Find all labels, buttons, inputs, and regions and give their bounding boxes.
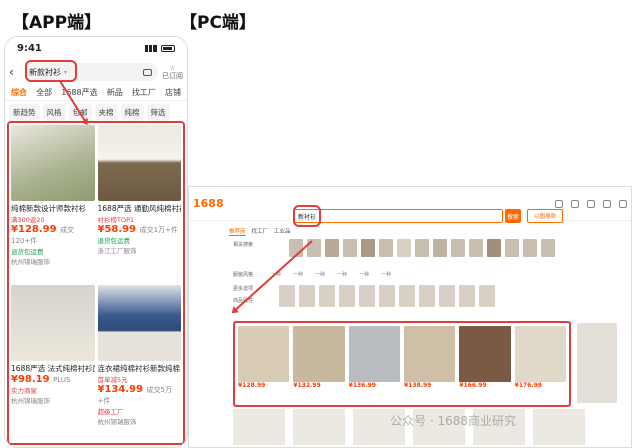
header-icon[interactable] xyxy=(603,199,611,208)
tab-3[interactable]: 新品 xyxy=(107,87,123,98)
tab-5[interactable]: 店铺 xyxy=(165,87,181,98)
filter-4[interactable]: 纯棉 xyxy=(120,104,144,121)
search-highlight-box xyxy=(25,60,77,82)
header-icon[interactable] xyxy=(555,199,563,208)
pc-search-button[interactable]: 搜索 xyxy=(505,209,521,223)
pc-product-card[interactable]: ¥166.99 xyxy=(459,326,511,402)
product-promo: 首单减5元 xyxy=(97,375,128,384)
pc-product-card[interactable]: ¥138.99 xyxy=(403,326,456,402)
pc-product-card[interactable]: ¥128.99 xyxy=(238,326,290,402)
product-guarantee: 超级工厂 xyxy=(97,407,124,416)
product-price: 98.19 xyxy=(17,373,50,385)
product-title: 1688严选 通勤风纯棉衬衫新款 xyxy=(97,204,182,213)
related-thumbs xyxy=(289,239,555,257)
pc-product-card[interactable]: ¥132.99 xyxy=(293,326,345,402)
camera-icon[interactable] xyxy=(143,68,152,76)
status-time: 9:41 xyxy=(17,42,42,54)
signal-icon xyxy=(145,44,157,52)
tab-1[interactable]: 全部 xyxy=(36,87,52,98)
back-arrow-icon[interactable]: ‹ xyxy=(9,65,19,79)
tab-0[interactable]: 综合 xyxy=(11,87,27,98)
product-title: 连衣裙纯棉衬衫新款纯棉 xyxy=(97,363,181,373)
app-heading: 【APP端】 xyxy=(12,13,102,33)
header-icon[interactable] xyxy=(571,199,579,208)
filter-label: 相关搜索 xyxy=(233,242,254,248)
site-logo[interactable]: 1688 xyxy=(193,197,224,210)
product-promo: 满300返20 xyxy=(11,216,45,224)
header-icon[interactable] xyxy=(619,199,627,208)
product-promo: 衬衫榜TOP1 xyxy=(97,216,135,224)
product-shop: 浙江工厂服饰 xyxy=(97,247,137,255)
watermark: 公众号 · 1688商业研究 xyxy=(390,414,516,428)
filter-3[interactable]: 夹棉 xyxy=(94,104,118,121)
product-image xyxy=(11,284,95,361)
app-screenshot: 9:41 ‹ 新款衬衫 ▾ ☆ 已订阅 综合 全部 1688严选 新品 找工厂 店铺… xyxy=(4,36,188,448)
product-card[interactable]: 纯棉新款设计师款衬衫 满300返20 ¥128.99 成交120+件 退货包运费… xyxy=(11,125,95,282)
pc-tab[interactable]: 推荐商 xyxy=(229,227,246,236)
search-highlight-box xyxy=(293,205,321,227)
product-image xyxy=(11,125,95,201)
product-price: 58.99 xyxy=(104,224,137,235)
product-guarantee: 退货包运费 xyxy=(97,237,131,245)
pc-product-card[interactable]: ¥176.99 xyxy=(514,326,566,402)
product-image xyxy=(97,284,181,361)
product-shop: 杭州锦瑞服饰 xyxy=(11,396,50,405)
product-shop: 杭州锦瑞服饰 xyxy=(97,417,137,426)
pc-search-input[interactable]: 新衬衫 xyxy=(293,209,503,223)
app-product-grid: 纯棉新款设计师款衬衫 满300返20 ¥128.99 成交120+件 退货包运费… xyxy=(7,121,185,445)
filter-label: 更多选项 xyxy=(233,286,254,292)
tab-4[interactable]: 找工厂 xyxy=(132,87,156,98)
image-search-button[interactable]: 以图搜款 xyxy=(527,209,563,223)
app-tabs: 综合 全部 1688严选 新品 找工厂 店铺 xyxy=(5,85,187,101)
product-guarantee: 实力商家 xyxy=(11,386,37,395)
filter-1[interactable]: 风格 xyxy=(42,104,66,121)
product-guarantee: 退货包运费 xyxy=(11,248,44,256)
product-price: 128.99 xyxy=(17,224,57,235)
filter-0[interactable]: 新趋势 xyxy=(9,104,40,121)
product-card[interactable]: 1688严选 通勤风纯棉衬衫新款 衬衫榜TOP1 ¥58.99 成交1万+件 退… xyxy=(97,125,182,282)
product-card[interactable]: 连衣裙纯棉衬衫新款纯棉 首单减5元 ¥134.99 成交5万+件 超级工厂 杭州… xyxy=(97,284,181,441)
subscribe-button[interactable]: ☆ 已订阅 xyxy=(162,64,183,80)
product-image xyxy=(97,125,181,201)
pc-tab[interactable]: 工业品 xyxy=(274,227,291,236)
product-price: 134.99 xyxy=(104,383,144,395)
product-title: 纯棉新款设计师款衬衫 xyxy=(11,204,86,213)
product-shop: 杭州锦瑞服饰 xyxy=(11,258,50,266)
app-search-box[interactable]: 新款衬衫 ▾ xyxy=(23,60,158,82)
product-title: 1688严选 法式纯棉衬衫面料 xyxy=(11,363,95,373)
pc-tab[interactable]: 找工厂 xyxy=(252,227,269,236)
product-card[interactable]: 1688严选 法式纯棉衬衫面料 ¥98.19 PLUS 实力商家 杭州锦瑞服饰 xyxy=(11,284,95,441)
filter-5[interactable]: 筛选 xyxy=(146,104,170,121)
pc-product-grid: ¥128.99 ¥132.99 ¥136.99 ¥138.99 ¥166.99 … xyxy=(233,321,571,407)
header-icon[interactable] xyxy=(587,199,595,208)
product-image xyxy=(577,323,617,403)
status-bar: 9:41 xyxy=(5,37,187,59)
pc-product-card[interactable]: ¥136.99 xyxy=(348,326,400,402)
pc-heading: 【PC端】 xyxy=(180,13,256,33)
battery-icon xyxy=(161,44,175,52)
filter-label: 服装风格 xyxy=(233,272,254,278)
pc-screenshot: 1688 新衬衫 搜索 以图搜款 推荐商 找工厂 工业品 相关搜索 服装风格 一… xyxy=(188,186,632,448)
